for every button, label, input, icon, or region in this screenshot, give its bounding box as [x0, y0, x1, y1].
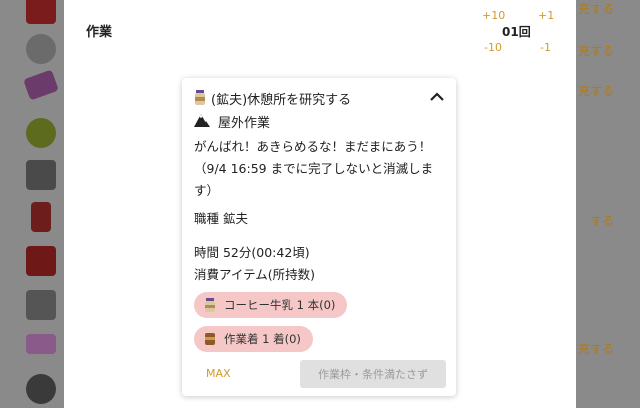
- job-type: 職種 鉱夫: [194, 211, 248, 226]
- background-label: 充する: [577, 84, 614, 98]
- count-stepper: +10 +1 01回 -10 -1: [472, 5, 572, 57]
- background-label: 充する: [577, 44, 614, 58]
- helmet-icon: [26, 34, 56, 64]
- red-bottle-icon: [31, 202, 51, 232]
- task-card: (鉱夫)休憩所を研究する 屋外作業 がんばれ！あきらめるな！まだまにあう！（9/…: [182, 78, 456, 396]
- background-label: する: [589, 214, 614, 228]
- location-label: 屋外作業: [218, 116, 271, 131]
- consume-label: 消費アイテム(所持数): [194, 267, 316, 282]
- task-description: がんばれ！あきらめるな！まだまにあう！（9/4 16:59 までに完了しないと消…: [194, 139, 434, 198]
- red-item-icon: [26, 246, 56, 276]
- background-label: 充する: [577, 342, 614, 356]
- background-label: 充する: [577, 2, 614, 16]
- coffee-milk-icon: [195, 90, 205, 105]
- task-card-header[interactable]: (鉱夫)休憩所を研究する: [194, 88, 446, 108]
- minus-ten-button[interactable]: -10: [484, 41, 502, 54]
- red-item-icon: [26, 0, 56, 24]
- minus-one-button[interactable]: -1: [540, 41, 551, 54]
- count-value: 01回: [502, 25, 531, 39]
- work-clothes-icon: [205, 333, 215, 345]
- mountain-icon: [194, 114, 210, 127]
- chevron-up-icon[interactable]: [428, 88, 446, 106]
- furnace-icon: [26, 160, 56, 190]
- task-title: (鉱夫)休憩所を研究する: [211, 93, 352, 108]
- purple-card-icon: [23, 69, 59, 101]
- plus-ten-button[interactable]: +10: [482, 9, 505, 22]
- consume-item-label: 作業着 1 着(0): [224, 332, 301, 346]
- sheet-title: 作業: [86, 25, 113, 40]
- start-work-button[interactable]: 作業枠・条件満たさず: [300, 360, 446, 388]
- max-button[interactable]: MAX: [206, 367, 231, 380]
- disc-icon: [26, 374, 56, 404]
- consume-item-label: コーヒー牛乳 1 本(0): [224, 298, 336, 312]
- task-time: 時間 52分(00:42頃): [194, 245, 310, 260]
- purple-bar-icon: [26, 334, 56, 354]
- work-sheet: 作業 +10 +1 01回 -10 -1 (鉱夫)休憩所を研究する 屋外作業 が…: [64, 0, 576, 408]
- green-plant-icon: [26, 118, 56, 148]
- consume-item-chip[interactable]: 作業着 1 着(0): [194, 326, 313, 352]
- coffee-milk-icon: [205, 298, 215, 312]
- consume-item-chip[interactable]: コーヒー牛乳 1 本(0): [194, 292, 348, 318]
- stone-icon: [26, 290, 56, 320]
- background-item-list: [0, 0, 64, 408]
- plus-one-button[interactable]: +1: [538, 9, 554, 22]
- background-right-column: 充する 充する 充する する 充する: [576, 0, 640, 408]
